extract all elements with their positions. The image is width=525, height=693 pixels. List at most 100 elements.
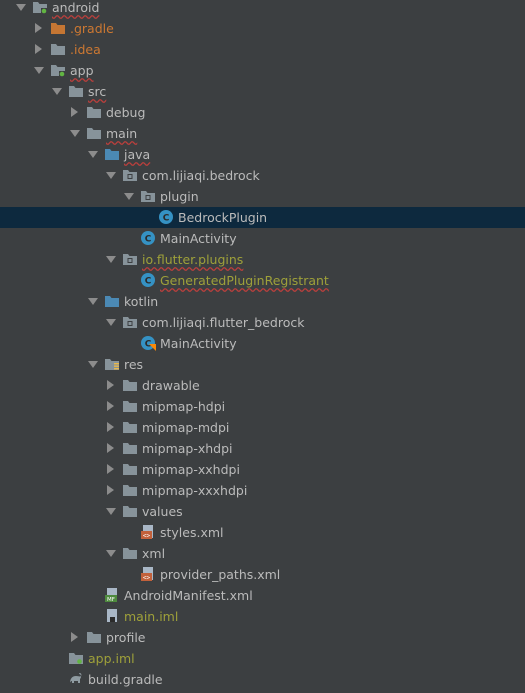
tree-row[interactable]: .gradle: [0, 18, 525, 39]
tree-row[interactable]: mipmap-mdpi: [0, 417, 525, 438]
chevron-down-icon[interactable]: [124, 193, 134, 200]
tree-item-label: kotlin: [124, 294, 159, 309]
svg-text:C: C: [145, 277, 152, 287]
chevron-down-icon[interactable]: [106, 550, 116, 557]
folder-icon: [122, 420, 138, 434]
tree-row[interactable]: mipmap-hdpi: [0, 396, 525, 417]
tree-item-label: styles.xml: [160, 525, 224, 540]
tree-row[interactable]: app: [0, 60, 525, 81]
folder-icon: [68, 84, 84, 98]
tree-row[interactable]: mipmap-xxhdpi: [0, 459, 525, 480]
chevron-down-icon[interactable]: [16, 4, 26, 11]
tree-row[interactable]: plugin: [0, 186, 525, 207]
tree-row[interactable]: xml: [0, 543, 525, 564]
source-folder-icon: [104, 147, 120, 161]
chevron-right-icon[interactable]: [107, 422, 114, 432]
tree-row[interactable]: java: [0, 144, 525, 165]
tree-item-label: GeneratedPluginRegistrant: [160, 273, 329, 288]
module-folder-icon: [32, 0, 48, 14]
folder-icon: [86, 630, 102, 644]
tree-row[interactable]: res: [0, 354, 525, 375]
svg-text:MF: MF: [107, 597, 115, 603]
chevron-down-icon[interactable]: [34, 67, 44, 74]
tree-row[interactable]: kotlin: [0, 291, 525, 312]
chevron-right-icon[interactable]: [35, 23, 42, 33]
tree-row[interactable]: profile: [0, 627, 525, 648]
tree-row[interactable]: .idea: [0, 39, 525, 60]
chevron-right-icon[interactable]: [107, 485, 114, 495]
tree-row[interactable]: android: [0, 0, 525, 18]
package-icon: [122, 315, 138, 329]
tree-row[interactable]: C BedrockPlugin: [0, 207, 525, 228]
tree-row[interactable]: com.lijiaqi.bedrock: [0, 165, 525, 186]
tree-item-label: xml: [142, 546, 166, 561]
chevron-down-icon[interactable]: [106, 319, 116, 326]
folder-icon: [50, 42, 66, 56]
tree-row[interactable]: MF AndroidManifest.xml: [0, 585, 525, 606]
tree-row[interactable]: mipmap-xxxhdpi: [0, 480, 525, 501]
chevron-down-icon[interactable]: [106, 508, 116, 515]
folder-icon: [122, 441, 138, 455]
package-icon: [140, 189, 156, 203]
chevron-right-icon[interactable]: [107, 464, 114, 474]
chevron-down-icon[interactable]: [52, 88, 62, 95]
chevron-right-icon[interactable]: [71, 107, 78, 117]
tree-item-label: app: [70, 63, 94, 78]
tree-item-label: com.lijiaqi.flutter_bedrock: [142, 315, 305, 330]
iml-module-icon: [68, 651, 84, 665]
chevron-right-icon[interactable]: [107, 401, 114, 411]
tree-item-label: build.gradle: [88, 672, 163, 687]
tree-row[interactable]: C MainActivity: [0, 333, 525, 354]
tree-item-label: com.lijiaqi.bedrock: [142, 168, 260, 183]
folder-icon: [122, 378, 138, 392]
tree-row[interactable]: C MainActivity: [0, 228, 525, 249]
tree-row[interactable]: com.lijiaqi.flutter_bedrock: [0, 312, 525, 333]
chevron-right-icon[interactable]: [35, 44, 42, 54]
chevron-down-icon[interactable]: [106, 172, 116, 179]
chevron-down-icon[interactable]: [88, 361, 98, 368]
tree-row[interactable]: io.flutter.plugins: [0, 249, 525, 270]
chevron-down-icon[interactable]: [88, 151, 98, 158]
tree-item-label: res: [124, 357, 144, 372]
chevron-right-icon[interactable]: [107, 380, 114, 390]
tree-row[interactable]: drawable: [0, 375, 525, 396]
chevron-down-icon[interactable]: [106, 256, 116, 263]
tree-row[interactable]: <> styles.xml: [0, 522, 525, 543]
tree-item-label: main.iml: [124, 609, 179, 624]
tree-item-label: android: [52, 0, 100, 15]
tree-item-label: profile: [106, 630, 146, 645]
tree-item-label: plugin: [160, 189, 199, 204]
tree-item-label: MainActivity: [160, 231, 237, 246]
tree-item-label: values: [142, 504, 183, 519]
tree-row[interactable]: src: [0, 81, 525, 102]
manifest-file-icon: MF: [104, 587, 120, 603]
tree-item-label: BedrockPlugin: [178, 210, 268, 225]
tree-row[interactable]: <> provider_paths.xml: [0, 564, 525, 585]
tree-row[interactable]: main.iml: [0, 606, 525, 627]
package-icon: [122, 252, 138, 266]
tree-row[interactable]: debug: [0, 102, 525, 123]
folder-icon: [86, 126, 102, 140]
xml-file-icon: <>: [140, 524, 156, 540]
chevron-right-icon[interactable]: [107, 443, 114, 453]
tree-row[interactable]: C GeneratedPluginRegistrant: [0, 270, 525, 291]
tree-item-label: io.flutter.plugins: [142, 252, 244, 267]
folder-icon: [122, 504, 138, 518]
tree-row[interactable]: build.gradle: [0, 669, 525, 690]
chevron-down-icon[interactable]: [88, 298, 98, 305]
chevron-right-icon[interactable]: [71, 632, 78, 642]
tree-row[interactable]: main: [0, 123, 525, 144]
tree-item-label: java: [124, 147, 151, 162]
tree-item-label: mipmap-xxhdpi: [142, 462, 240, 477]
kotlin-class-icon: C: [140, 335, 156, 351]
class-icon: C: [140, 272, 156, 287]
tree-row[interactable]: app.iml: [0, 648, 525, 669]
tree-item-label: AndroidManifest.xml: [124, 588, 253, 603]
tree-row[interactable]: values: [0, 501, 525, 522]
chevron-down-icon[interactable]: [70, 130, 80, 137]
resource-folder-icon: [104, 357, 120, 371]
tree-row[interactable]: mipmap-xhdpi: [0, 438, 525, 459]
svg-text:C: C: [145, 235, 152, 245]
package-icon: [122, 168, 138, 182]
folder-icon: [122, 462, 138, 476]
